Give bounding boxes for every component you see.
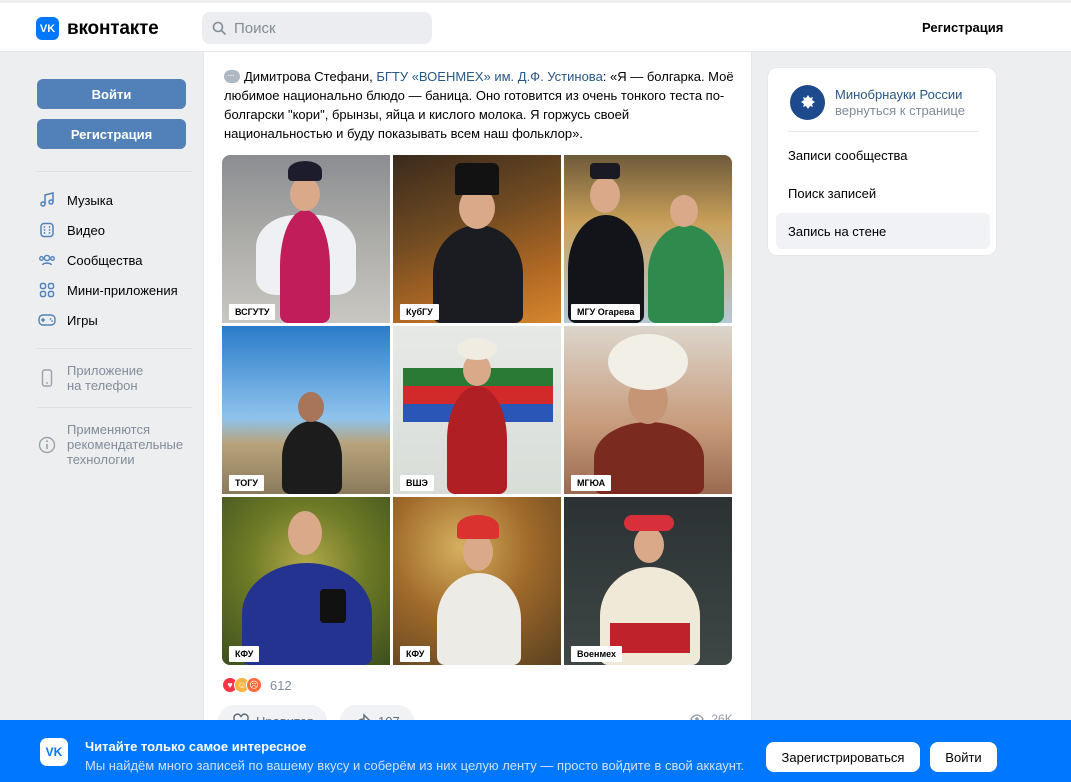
search-input[interactable] <box>234 19 414 37</box>
sidebar-item-video[interactable]: Видео <box>37 220 105 240</box>
sidebar-item-label: Музыка <box>67 192 113 208</box>
photo-caption: МГЮА <box>571 475 612 491</box>
banner-login-button[interactable]: Войти <box>930 742 997 772</box>
photo-tile[interactable]: Военмех <box>564 497 732 665</box>
wall-post-link[interactable]: Запись на стене <box>776 213 990 249</box>
photo-tile[interactable]: ВСГУТУ <box>222 155 390 323</box>
photo-caption: МГУ Огарева <box>571 304 641 320</box>
photo-caption: ВШЭ <box>400 475 434 491</box>
photo-tile[interactable]: МГУ Огарева <box>564 155 732 323</box>
sidebar-item-apps[interactable]: Мини-приложения <box>37 280 178 300</box>
post-text: Димитрова Стефани, БГТУ «ВОЕНМЕХ» им. Д.… <box>224 66 734 143</box>
photo-caption: Военмех <box>571 646 622 662</box>
search-icon <box>212 21 226 35</box>
community-name: Минобрнауки России <box>835 86 963 102</box>
top-header: VK вконтакте Регистрация <box>0 3 1071 52</box>
sidebar-item-label: Игры <box>67 312 98 328</box>
comment-bubble-icon <box>224 66 240 85</box>
sidebar-item-music[interactable]: Музыка <box>37 190 113 210</box>
apps-icon <box>37 280 57 300</box>
right-panel: Минобрнауки России вернуться к странице … <box>767 67 997 256</box>
music-icon <box>37 190 57 210</box>
vk-logo-icon: VK <box>36 17 59 40</box>
photo-caption: КубГУ <box>400 304 439 320</box>
banner-title: Читайте только самое интересное <box>85 739 307 754</box>
recommendations-line2: рекомендательные <box>67 437 184 452</box>
photo-tile[interactable]: КубГУ <box>393 155 561 323</box>
banner-subtitle: Мы найдём много записей по вашему вкусу … <box>85 758 745 773</box>
community-posts-link[interactable]: Записи сообщества <box>776 137 990 173</box>
photo-caption: ТОГУ <box>229 475 264 491</box>
photo-grid: ВСГУТУ КубГУ МГУ Огарева ТОГУ ВШЭ МГЮА К… <box>222 155 732 665</box>
sidebar-divider <box>37 171 192 172</box>
signup-banner: VK Читайте только самое интересное Мы на… <box>0 720 1071 782</box>
sidebar-item-communities[interactable]: Сообщества <box>37 250 143 270</box>
photo-tile[interactable]: МГЮА <box>564 326 732 494</box>
recommendations-line3: технологии <box>67 452 135 467</box>
reactions-count: 612 <box>270 677 292 693</box>
photo-tile[interactable]: ВШЭ <box>393 326 561 494</box>
sidebar-item-mobile-app[interactable]: Приложение на телефон <box>37 363 143 393</box>
vk-logo-icon: VK <box>40 738 68 766</box>
reactions-bar[interactable]: ♥ ☺ ☹ 612 <box>222 677 292 693</box>
photo-tile[interactable]: КФУ <box>222 497 390 665</box>
sidebar-divider <box>37 407 192 408</box>
sidebar-item-label: Мини-приложения <box>67 282 178 298</box>
mobile-app-line2: на телефон <box>67 378 138 393</box>
mobile-app-line1: Приложение <box>67 363 144 378</box>
return-to-page-label: вернуться к странице <box>835 102 965 118</box>
photo-tile[interactable]: ТОГУ <box>222 326 390 494</box>
community-back-link[interactable]: Минобрнауки России вернуться к странице <box>790 85 965 120</box>
search-box[interactable] <box>202 12 432 44</box>
panel-divider <box>788 131 978 132</box>
sidebar-item-label: Сообщества <box>67 252 143 268</box>
photo-tile[interactable]: КФУ <box>393 497 561 665</box>
photo-caption: КФУ <box>400 646 431 662</box>
communities-icon <box>37 250 57 270</box>
sidebar-recommendations-note[interactable]: Применяются рекомендательные технологии <box>37 422 183 467</box>
vk-logo-text: вконтакте <box>67 17 159 39</box>
sidebar-item-label: Видео <box>67 222 105 238</box>
photo-caption: ВСГУТУ <box>229 304 276 320</box>
games-icon <box>37 310 57 330</box>
header-register-link[interactable]: Регистрация <box>922 20 1003 35</box>
post-university-link[interactable]: БГТУ «ВОЕНМЕХ» им. Д.Ф. Устинова <box>376 69 602 84</box>
search-posts-link[interactable]: Поиск записей <box>776 175 990 211</box>
sidebar-divider <box>37 348 192 349</box>
photo-caption: КФУ <box>229 646 260 662</box>
recommendations-line1: Применяются <box>67 422 151 437</box>
register-button[interactable]: Регистрация <box>37 119 186 149</box>
video-icon <box>37 220 57 240</box>
vk-logo[interactable]: VK вконтакте <box>36 17 159 40</box>
sidebar-item-games[interactable]: Игры <box>37 310 98 330</box>
login-button[interactable]: Войти <box>37 79 186 109</box>
banner-register-button[interactable]: Зарегистрироваться <box>766 742 920 772</box>
post-author: Димитрова Стефани, <box>244 69 377 84</box>
phone-icon <box>37 369 57 393</box>
ministry-emblem-icon <box>790 85 825 120</box>
info-icon <box>37 436 57 467</box>
angry-reaction-icon: ☹ <box>246 677 262 693</box>
